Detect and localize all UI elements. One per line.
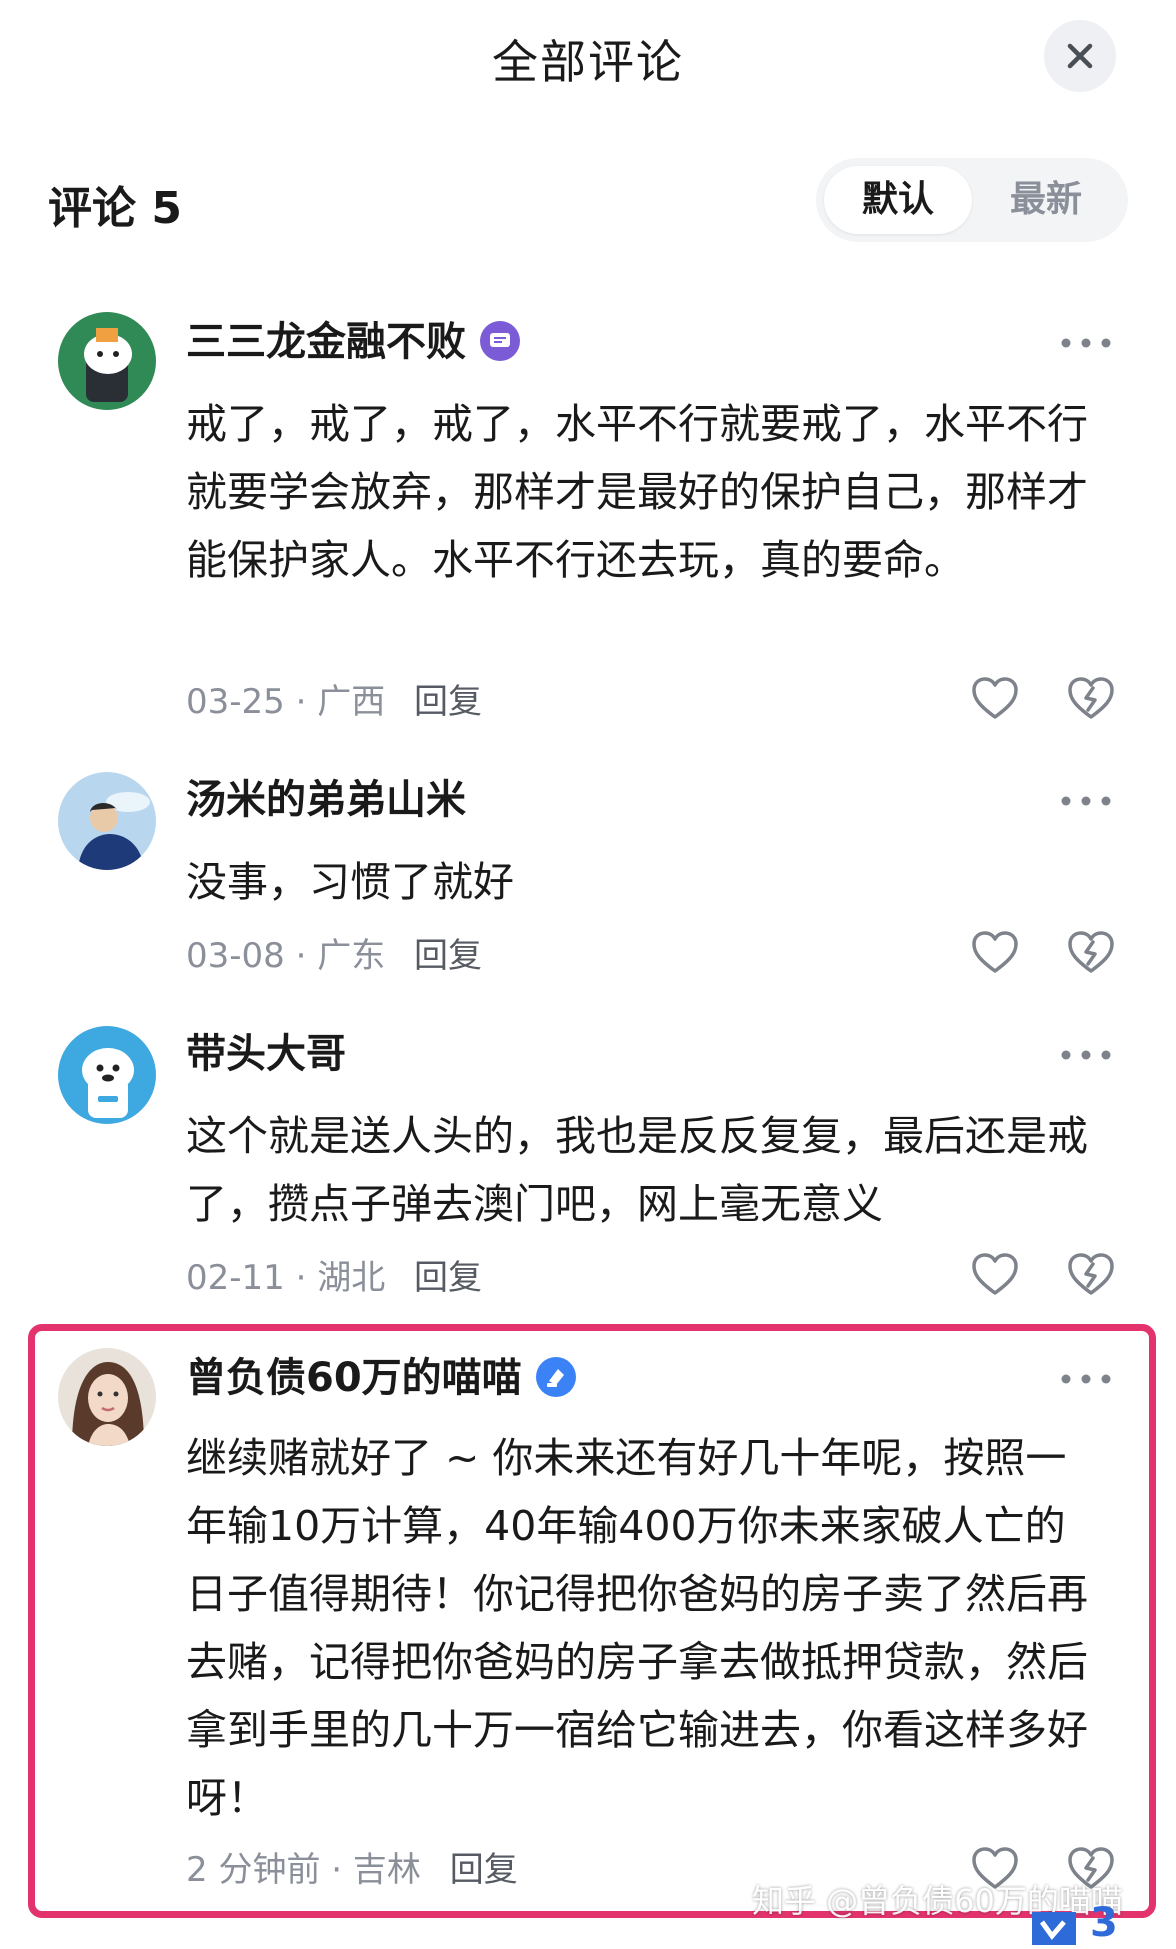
corner-fragment: 3 <box>1030 1900 1140 1946</box>
more-options-icon[interactable] <box>1060 1045 1112 1065</box>
comment-meta: 02-11 · 湖北 回复 <box>186 1258 483 1298</box>
reply-button[interactable]: 回复 <box>414 936 482 976</box>
corner-number: 3 <box>1090 1900 1118 1946</box>
comment-location: 广西 <box>317 682 386 722</box>
sort-latest-option[interactable]: 最新 <box>972 166 1120 234</box>
comment-count: 评论 5 <box>48 183 182 234</box>
avatar-image <box>58 1348 156 1446</box>
avatar[interactable] <box>58 312 156 410</box>
comment-meta: 03-08 · 广东 回复 <box>186 936 483 976</box>
more-options-icon[interactable] <box>1060 791 1112 811</box>
comment-author[interactable]: 三三龙金融不败 <box>186 314 520 370</box>
dislike-icon[interactable] <box>1066 1250 1116 1300</box>
comment-date: 03-25 <box>186 682 285 722</box>
dislike-icon[interactable] <box>1066 674 1116 724</box>
comment-location: 吉林 <box>352 1850 421 1890</box>
comment-author[interactable]: 带头大哥 <box>186 1026 346 1082</box>
like-icon[interactable] <box>970 1250 1020 1300</box>
like-icon[interactable] <box>970 674 1020 724</box>
comment-date: 2 分钟前 <box>186 1850 321 1890</box>
sort-toggle: 默认 最新 <box>816 158 1128 242</box>
reply-button[interactable]: 回复 <box>414 682 482 722</box>
comment-text: 继续赌就好了 ~ 你未来还有好几十年呢，按照一年输10万计算，40年输400万你… <box>186 1434 1088 1822</box>
comment-text: 戒了，戒了，戒了，水平不行就要戒了，水平不行就要学会放弃，那样才是最好的保护自己… <box>186 400 1088 584</box>
dislike-icon[interactable] <box>1066 928 1116 978</box>
comment-author[interactable]: 汤米的弟弟山米 <box>186 772 466 828</box>
close-icon <box>1067 43 1093 69</box>
avatar[interactable] <box>58 772 156 870</box>
like-icon[interactable] <box>970 928 1020 978</box>
reply-button[interactable]: 回复 <box>450 1850 518 1890</box>
partial-badge-icon <box>1032 1912 1076 1945</box>
comment-date: 02-11 <box>186 1258 285 1298</box>
comment-location: 广东 <box>317 936 386 976</box>
comment-date: 03-08 <box>186 936 285 976</box>
avatar-image <box>58 312 156 410</box>
comment-meta: 2 分钟前 · 吉林 回复 <box>186 1850 518 1890</box>
avatar[interactable] <box>58 1026 156 1124</box>
close-button[interactable] <box>1044 20 1116 92</box>
comment-location: 湖北 <box>317 1258 386 1298</box>
verified-badge-icon <box>480 321 520 361</box>
more-options-icon[interactable] <box>1060 333 1112 353</box>
comment-meta: 03-25 · 广西 回复 <box>186 682 483 722</box>
comment-text: 没事，习惯了就好 <box>186 858 514 906</box>
comment-text: 这个就是送人头的，我也是反反复复，最后还是戒了，攒点子弹去澳门吧，网上毫无意义 <box>186 1112 1088 1228</box>
verified-badge-icon <box>535 1357 576 1397</box>
avatar-image <box>58 1026 156 1124</box>
more-options-icon[interactable] <box>1060 1369 1112 1389</box>
avatar[interactable] <box>58 1348 156 1446</box>
avatar-image <box>58 772 156 870</box>
comment-author[interactable]: 曾负债60万的喵喵 <box>186 1350 576 1406</box>
page-title: 全部评论 <box>492 35 684 89</box>
header: 全部评论 <box>0 0 1176 120</box>
sort-default-option[interactable]: 默认 <box>824 166 972 234</box>
reply-button[interactable]: 回复 <box>414 1258 482 1298</box>
